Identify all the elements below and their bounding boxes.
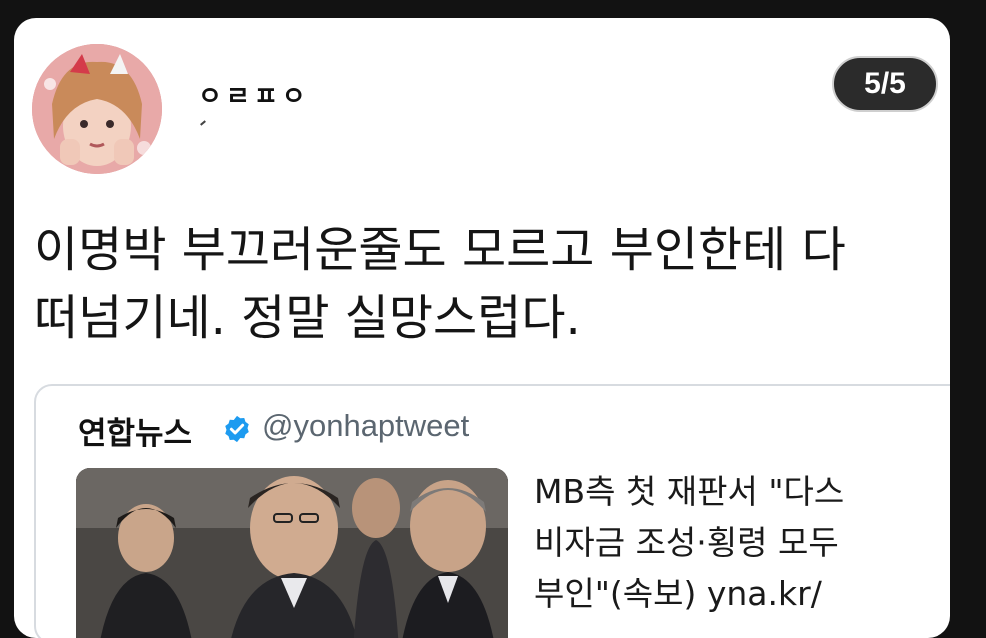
verified-badge-icon (225, 415, 249, 443)
handle-mark (200, 120, 206, 126)
quoted-headline[interactable]: MB측 첫 재판서 "다스 비자금 조성·횡령 모두 부인"(속보) yna.k… (534, 466, 950, 619)
headline-line-1: MB측 첫 재판서 "다스 (534, 472, 845, 511)
quoted-author-handle[interactable]: @yonhaptweet (262, 408, 469, 444)
tweet-text-line-1: 이명박 부끄러운줄도 모르고 부인한테 다 (34, 222, 846, 278)
image-counter-badge: 5/5 (832, 56, 938, 112)
username[interactable]: ㅇㄹㅍㅇ (198, 76, 310, 113)
quoted-author-name[interactable]: 연합뉴스 (78, 408, 192, 453)
tweet-text-line-2: 떠넘기네. 정말 실망스럽다. (34, 290, 581, 346)
avatar-image (32, 44, 162, 174)
headline-line-3: 부인"(속보) yna.kr/ (534, 574, 822, 613)
news-photo-image (76, 468, 508, 638)
tweet-card: ㅇㄹㅍㅇ 5/5 이명박 부끄러운줄도 모르고 부인한테 다 떠넘기네. 정말 … (14, 18, 950, 638)
profile-avatar[interactable] (32, 44, 162, 174)
headline-line-2: 비자금 조성·횡령 모두 (534, 523, 839, 562)
news-photo[interactable] (76, 468, 508, 638)
tweet-text: 이명박 부끄러운줄도 모르고 부인한테 다 떠넘기네. 정말 실망스럽다. (34, 216, 934, 352)
